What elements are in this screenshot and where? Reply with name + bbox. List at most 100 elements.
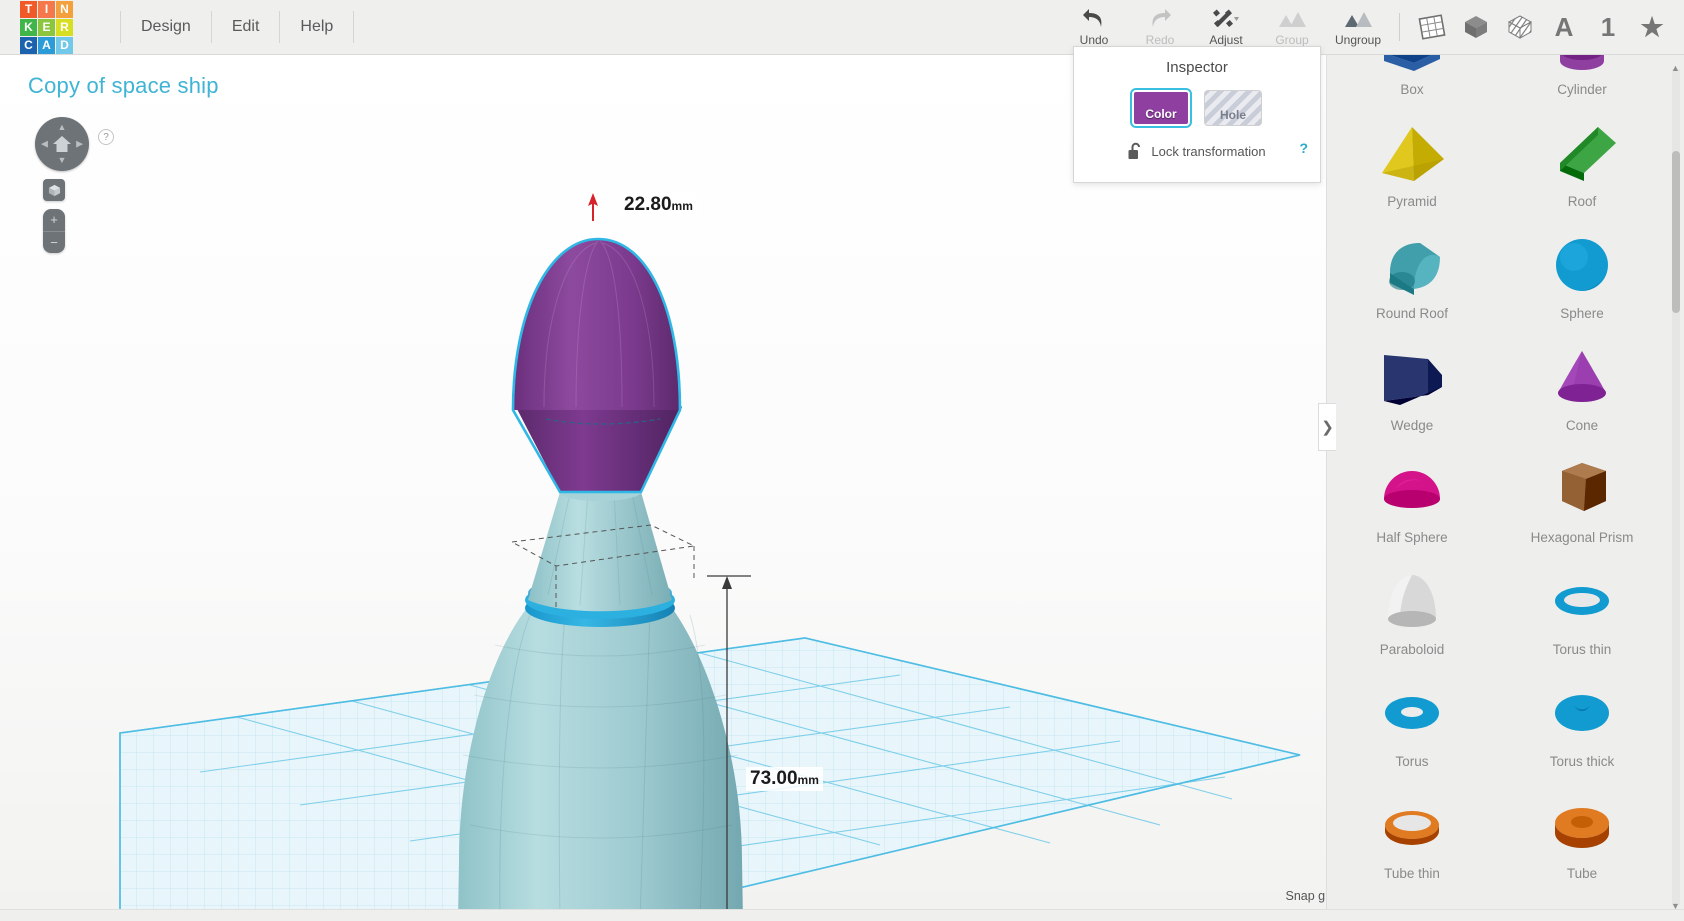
logo-letter-c-6: C [20,36,37,54]
shape-label: Half Sphere [1376,530,1448,545]
shape-item-box[interactable]: Box [1327,55,1497,103]
design-canvas[interactable]: Copy of space ship ? ▲ ▼ ◀ ▶ + − 22.80mm… [0,55,1422,921]
lock-transformation-label: Lock transformation [1151,143,1266,159]
group-icon [1277,7,1307,31]
logo-letter-r-5: R [56,18,73,36]
shape-label: Box [1400,82,1424,97]
undo-button[interactable]: Undo [1061,4,1127,50]
ship-nose [513,239,680,410]
shapes-scrollbar[interactable]: ▲ ▼ [1671,63,1680,911]
torusthin-thumbnail-icon [1540,566,1624,638]
nav-arrow-up-icon[interactable]: ▲ [58,123,67,132]
shape-item-half-sphere[interactable]: Half Sphere [1327,439,1497,551]
adjust-icon [1212,7,1240,31]
unlock-icon [1128,142,1141,159]
shape-label: Tube [1566,866,1598,881]
text-A-icon[interactable]: A [1546,9,1582,45]
menu-help[interactable]: Help [280,11,355,43]
shape-item-torus-thin[interactable]: Torus thin [1497,551,1667,663]
hole-swatch-button[interactable]: Hole [1204,90,1262,126]
menu-edit[interactable]: Edit [212,11,281,43]
color-swatch-button[interactable]: Color [1130,88,1192,128]
collapse-panel-button[interactable]: ❯ [1318,403,1336,451]
extrude-handle-icon[interactable] [585,193,601,221]
menu-design[interactable]: Design [120,11,212,43]
shape-item-tube-thin[interactable]: Tube thin [1327,775,1497,887]
adjust-label: Adjust [1209,33,1243,47]
shape-label: Cone [1565,418,1599,433]
roundroof-thumbnail-icon [1370,230,1454,302]
workplane-icon[interactable] [1414,9,1450,45]
redo-button[interactable]: Redo [1127,4,1193,50]
number-1-icon[interactable]: 1 [1590,9,1626,45]
shape-label: Round Roof [1375,306,1449,321]
group-label: Group [1275,33,1309,47]
hole-cube-icon[interactable] [1502,9,1538,45]
zoom-in-button[interactable]: + [43,209,65,232]
lock-transformation-row[interactable]: Lock transformation [1074,142,1320,160]
logo-letter-k-3: K [20,18,37,36]
partial-box-thumbnail-icon [1370,55,1454,78]
shape-item-cone[interactable]: Cone [1497,327,1667,439]
tube-thumbnail-icon [1540,790,1624,862]
inspector-title: Inspector [1166,59,1228,76]
ungroup-button[interactable]: Ungroup [1325,4,1391,50]
nav-arrow-left-icon[interactable]: ◀ [41,139,48,149]
favorites-star-icon[interactable]: ★ [1634,9,1670,45]
shape-item-tube[interactable]: Tube [1497,775,1667,887]
hole-swatch-label: Hole [1219,108,1246,122]
adjust-button[interactable]: Adjust [1193,4,1259,50]
dimension-label-height-total[interactable]: 73.00mm [746,767,823,791]
redo-label: Redo [1145,33,1175,47]
shape-item-paraboloid[interactable]: Paraboloid [1327,551,1497,663]
zoom-out-button[interactable]: − [43,232,65,254]
3d-scene[interactable] [0,55,1422,921]
nav-orbit-pad[interactable]: ▲ ▼ ◀ ▶ [35,117,89,171]
toolbar-divider [1399,13,1400,41]
nav-help-icon[interactable]: ? [98,129,114,145]
shapes-grid: Box Cylinder Pyramid Roof Round Roof Sphere We… [1327,55,1667,887]
shape-label: Wedge [1390,418,1434,433]
shape-label: Roof [1567,194,1597,209]
dimension-label-height-top[interactable]: 22.80mm [620,193,697,217]
shape-item-cylinder[interactable]: Cylinder [1497,55,1667,103]
nav-arrow-down-icon[interactable]: ▼ [58,156,67,165]
text-A-glyph: A [1554,11,1574,42]
torus-thumbnail-icon [1370,678,1454,750]
fit-view-cube-icon[interactable] [43,179,65,201]
tinkercad-logo[interactable]: TIN KER CAD [20,0,78,55]
inspector-help-icon[interactable]: ? [1299,140,1308,156]
nav-arrow-right-icon[interactable]: ▶ [76,139,83,149]
shape-item-torus[interactable]: Torus [1327,663,1497,775]
shape-label: Torus [1395,754,1429,769]
shape-item-torus-thick[interactable]: Torus thick [1497,663,1667,775]
zoom-controls: + − [43,209,65,253]
dim-value-2: 73.00 [750,768,798,789]
solid-cube-icon[interactable] [1458,9,1494,45]
group-button[interactable]: Group [1259,4,1325,50]
shape-item-wedge[interactable]: Wedge [1327,327,1497,439]
scroll-up-arrow-icon[interactable]: ▲ [1671,63,1680,73]
logo-letter-i-1: I [38,0,55,18]
shape-label: Paraboloid [1379,642,1445,657]
shape-label: Torus thin [1552,642,1612,657]
scrollbar-thumb[interactable] [1672,151,1680,313]
pyramid-thumbnail-icon [1370,118,1454,190]
shape-item-hexagonal-prism[interactable]: Hexagonal Prism [1497,439,1667,551]
home-view-icon[interactable] [52,134,72,154]
toolbar-right-icons: A 1 ★ [1414,9,1670,45]
document-title[interactable]: Copy of space ship [28,73,219,99]
star-glyph: ★ [1640,11,1664,42]
inspector-swatch-row: Color Hole ? [1074,88,1320,156]
inspector-panel: Inspector Color Hole ? Lock transformati… [1073,46,1321,183]
cone-thumbnail-icon [1540,342,1624,414]
shape-item-roof[interactable]: Roof [1497,103,1667,215]
shape-label: Hexagonal Prism [1530,530,1634,545]
shapes-panel: Box Cylinder Pyramid Roof Round Roof Sphere We… [1326,55,1684,921]
bottom-strip [0,909,1684,921]
shape-item-pyramid[interactable]: Pyramid [1327,103,1497,215]
number-1-glyph: 1 [1600,11,1616,42]
logo-letter-a-7: A [38,36,55,54]
shape-item-sphere[interactable]: Sphere [1497,215,1667,327]
shape-item-round-roof[interactable]: Round Roof [1327,215,1497,327]
